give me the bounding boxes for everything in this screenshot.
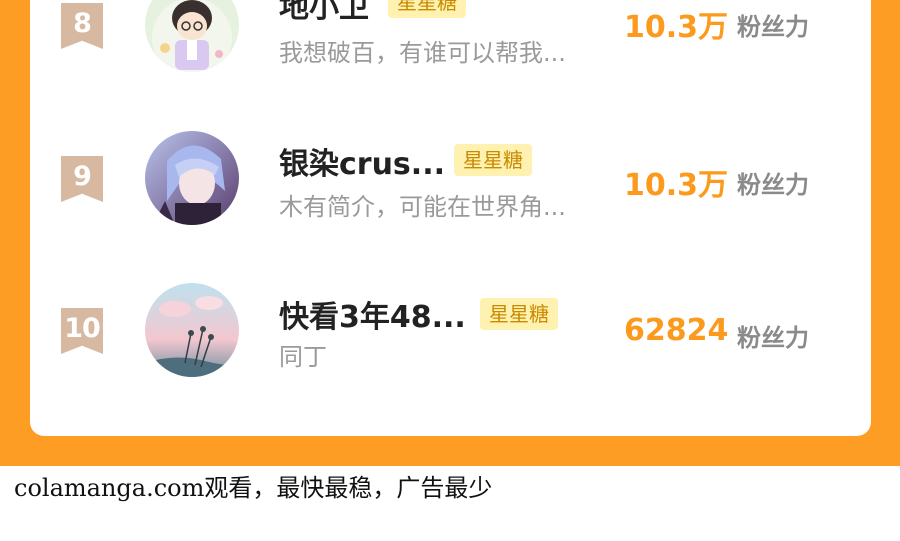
fans-label: 粉丝力 [737,13,809,41]
avatar-landscape-image [145,283,239,377]
avatar-anime-boy-image [145,131,239,225]
user-name[interactable]: 银染crus... [279,139,445,183]
user-name[interactable]: 快看3年48... [279,292,466,336]
ranking-row[interactable]: 10 快看3年48... 星星糖 同丁 62824 粉丝力 [30,281,871,381]
ranking-row[interactable]: 8 地小卫 星星糖 我想破百，有谁可以帮我... 10.3万 粉丝力 [30,0,871,75]
level-badge: 星星糖 [480,298,558,330]
user-avatar[interactable] [145,131,239,225]
level-badge: 星星糖 [454,144,532,176]
rank-number: 9 [73,161,92,192]
user-avatar[interactable] [145,0,239,72]
user-bio: 木有简介，可能在世界角... [279,193,566,221]
ranking-card: 8 地小卫 星星糖 我想破百，有谁可以帮我... 10.3万 粉丝力 9 银染c… [30,0,871,436]
rank-ribbon: 9 [61,156,103,202]
fans-value: 10.3万 [624,10,729,45]
watermark-text: colamanga.com观看，最快最稳，广告最少 [14,474,493,502]
rank-ribbon: 10 [61,308,103,354]
avatar-cartoon-boy-image [145,0,239,72]
fans-label: 粉丝力 [737,171,809,199]
level-badge: 星星糖 [388,0,466,18]
fans-label: 粉丝力 [737,324,809,352]
user-name[interactable]: 地小卫 [279,0,369,26]
user-bio: 同丁 [279,343,327,371]
user-bio: 我想破百，有谁可以帮我... [279,39,566,67]
fans-value: 10.3万 [624,168,729,203]
ranking-frame: 8 地小卫 星星糖 我想破百，有谁可以帮我... 10.3万 粉丝力 9 银染c… [0,0,900,466]
ranking-row[interactable]: 9 银染crus... 星星糖 木有简介，可能在世界角... 10.3万 粉丝力 [30,128,871,228]
rank-number: 8 [73,8,92,39]
rank-ribbon: 8 [61,3,103,49]
fans-value: 62824 [624,313,729,348]
user-avatar[interactable] [145,283,239,377]
rank-number: 10 [64,313,101,344]
